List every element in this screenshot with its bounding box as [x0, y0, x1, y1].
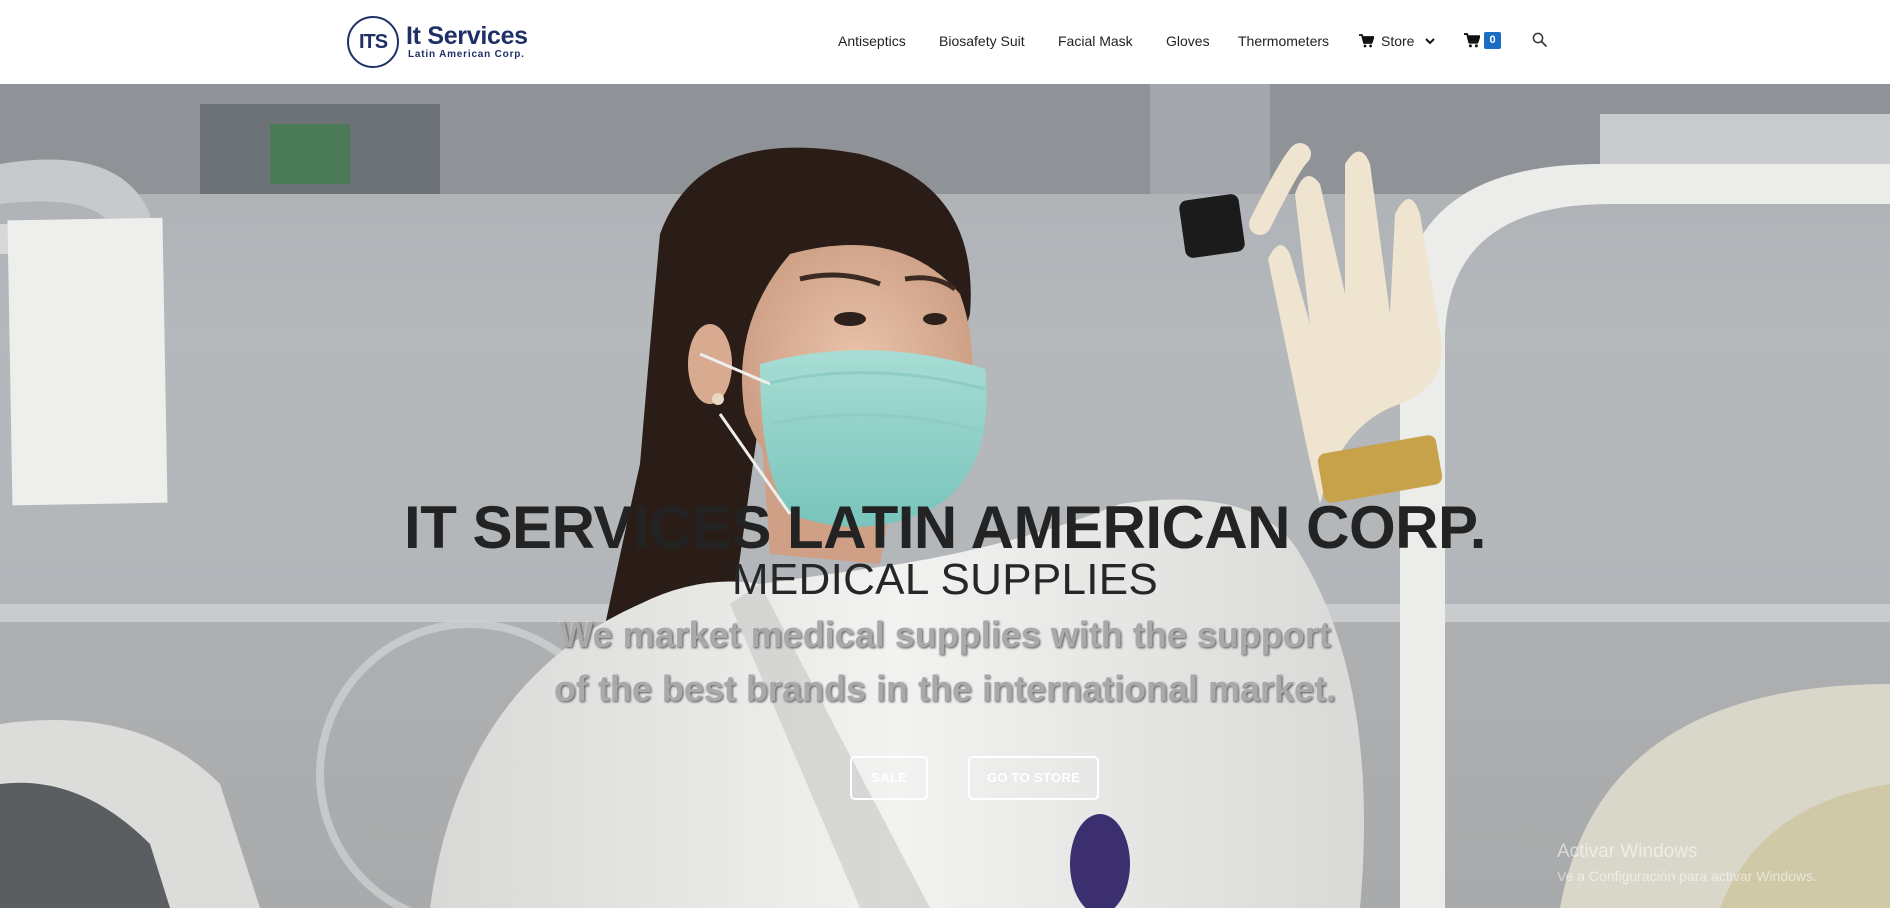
watermark-subtitle: Ve a Configuración para activar Windows.: [1557, 868, 1817, 884]
hero-banner: IT SERVICES LATIN AMERICAN CORP. MEDICAL…: [0, 84, 1890, 908]
windows-activation-watermark: Activar Windows Ve a Configuración para …: [1557, 840, 1817, 886]
go-to-store-button[interactable]: GO TO STORE: [968, 756, 1099, 800]
nav-facial-mask[interactable]: Facial Mask: [1058, 33, 1133, 49]
chevron-down-icon: [1425, 37, 1436, 45]
main-nav: Antiseptics Biosafety Suit Facial Mask G…: [0, 0, 1890, 84]
cart-button[interactable]: 0: [1464, 32, 1501, 49]
cart-count-badge: 0: [1484, 32, 1501, 49]
hero-description: We market medical supplies with the supp…: [553, 614, 1337, 709]
nav-biosafety-suit[interactable]: Biosafety Suit: [939, 33, 1025, 49]
site-header: ITS It Services Latin American Corp. Ant…: [0, 0, 1890, 84]
watermark-title: Activar Windows: [1557, 841, 1698, 862]
nav-antiseptics[interactable]: Antiseptics: [838, 33, 906, 49]
sale-button[interactable]: SALE: [850, 756, 928, 800]
hero-subtitle: MEDICAL SUPPLIES: [731, 555, 1159, 604]
search-icon[interactable]: [1532, 32, 1547, 52]
nav-gloves[interactable]: Gloves: [1166, 33, 1210, 49]
hero-title: IT SERVICES LATIN AMERICAN CORP.: [404, 494, 1486, 561]
cart-icon: [1464, 33, 1480, 48]
nav-store[interactable]: Store: [1359, 33, 1436, 49]
nav-thermometers[interactable]: Thermometers: [1238, 33, 1329, 49]
nav-store-label: Store: [1381, 33, 1415, 49]
cart-icon: [1359, 34, 1374, 48]
